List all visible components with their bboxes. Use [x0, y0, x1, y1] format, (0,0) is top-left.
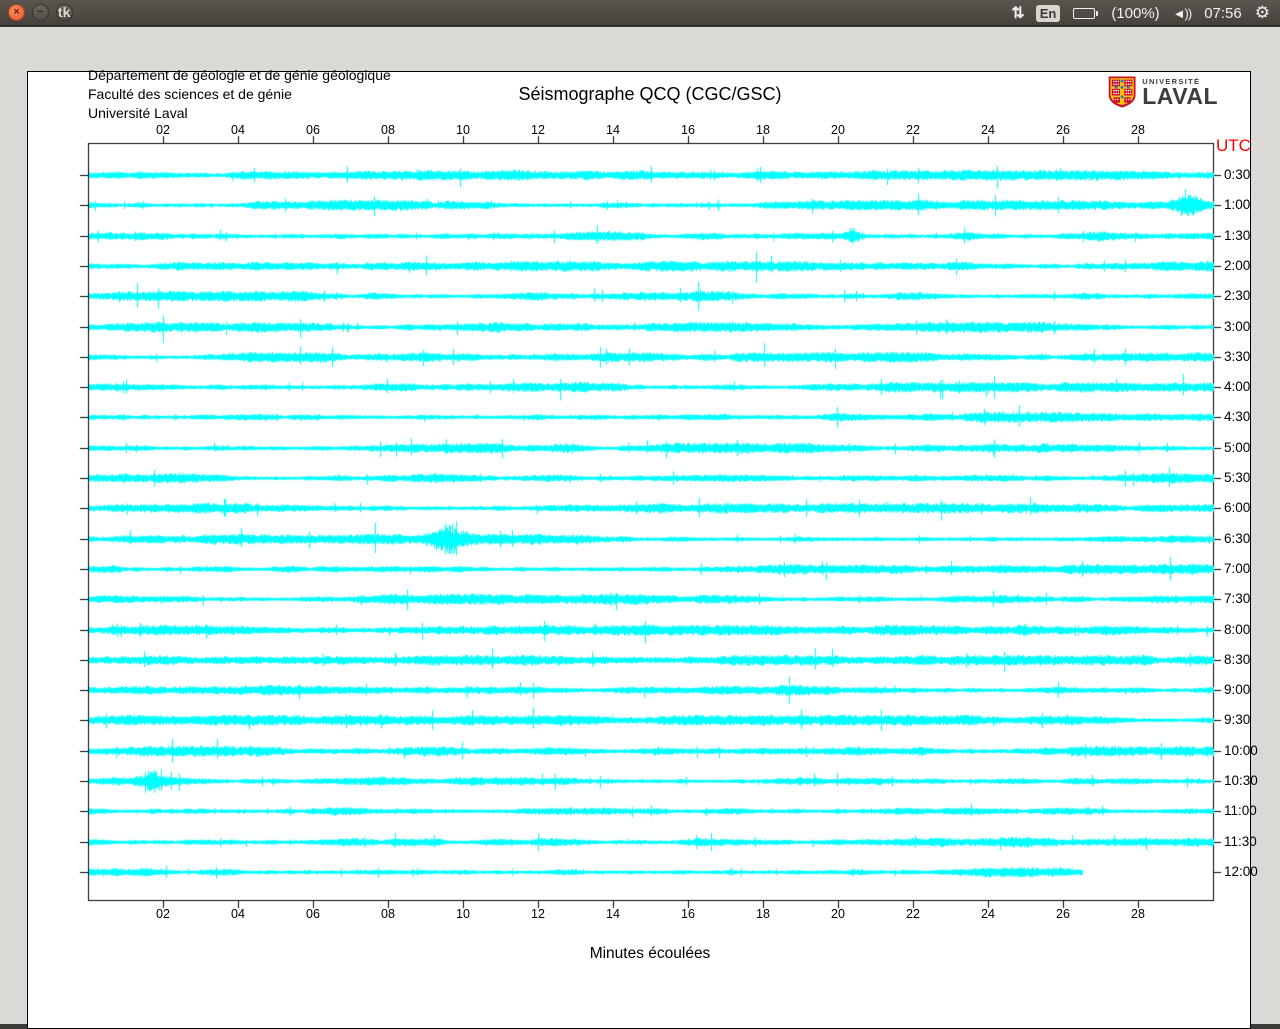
volume-icon[interactable]: ◄)): [1173, 6, 1193, 21]
x-tick-label: 08: [381, 907, 395, 921]
system-tray: ⇅ En (100%) ◄)) 07:56 ⚙: [1011, 0, 1270, 26]
utc-time-label: 8:30: [1224, 652, 1251, 667]
utc-time-label: 6:30: [1224, 531, 1251, 546]
utc-time-label: 0:30: [1224, 167, 1251, 182]
utc-time-label: 11:00: [1224, 803, 1257, 818]
window-title: tk: [58, 4, 71, 20]
x-tick-label: 16: [681, 123, 695, 137]
utc-time-label: 2:00: [1224, 258, 1251, 273]
x-tick-label: 22: [906, 907, 920, 921]
x-tick-label: 20: [831, 907, 845, 921]
utc-time-label: 2:30: [1224, 288, 1251, 303]
x-tick-label: 22: [906, 123, 920, 137]
institution-line-2: Faculté des sciences et de génie: [88, 86, 292, 102]
x-tick-label: 08: [381, 123, 395, 137]
utc-time-label: 7:30: [1224, 591, 1251, 606]
clock[interactable]: 07:56: [1204, 5, 1242, 22]
session-gear-icon[interactable]: ⚙: [1255, 3, 1270, 23]
utc-time-label: 8:00: [1224, 622, 1251, 637]
x-tick-label: 10: [456, 123, 470, 137]
utc-time-label: 1:30: [1224, 228, 1251, 243]
battery-icon[interactable]: [1073, 7, 1099, 19]
x-tick-label: 12: [531, 123, 545, 137]
institution-line-1: Département de géologie et de génie géol…: [88, 67, 391, 83]
x-tick-label: 04: [231, 907, 245, 921]
x-tick-label: 06: [306, 907, 320, 921]
x-tick-label: 10: [456, 907, 470, 921]
x-tick-label: 20: [831, 123, 845, 137]
window-titlebar: × − tk ⇅ En (100%) ◄)) 07:56 ⚙: [0, 0, 1280, 26]
laval-shield-icon: [1108, 76, 1136, 108]
utc-time-label: 4:00: [1224, 379, 1251, 394]
x-tick-label: 16: [681, 907, 695, 921]
x-tick-label: 14: [606, 123, 620, 137]
utc-time-label: 3:00: [1224, 319, 1251, 334]
x-tick-label: 18: [756, 123, 770, 137]
utc-time-label: 5:30: [1224, 470, 1251, 485]
x-tick-label: 12: [531, 907, 545, 921]
x-tick-label: 28: [1131, 907, 1145, 921]
network-indicator-icon[interactable]: ⇅: [1011, 3, 1024, 23]
x-axis-title: Minutes écoulées: [589, 945, 711, 962]
x-tick-label: 24: [981, 123, 995, 137]
battery-percentage[interactable]: (100%): [1111, 5, 1159, 22]
x-tick-label: 04: [231, 123, 245, 137]
x-tick-label: 06: [306, 123, 320, 137]
x-tick-label: 26: [1056, 907, 1070, 921]
x-tick-label: 28: [1131, 123, 1145, 137]
utc-time-label: 9:00: [1224, 682, 1251, 697]
x-tick-label: 02: [156, 123, 170, 137]
utc-time-label: 11:30: [1224, 834, 1257, 849]
utc-time-label: 10:30: [1224, 773, 1258, 788]
x-tick-label: 14: [606, 907, 620, 921]
utc-time-label: 5:00: [1224, 440, 1251, 455]
chart-title: Séismographe QCQ (CGC/GSC): [518, 84, 782, 104]
logo-text-laval: LAVAL: [1142, 83, 1218, 109]
x-tick-label: 18: [756, 907, 770, 921]
x-tick-label: 24: [981, 907, 995, 921]
utc-time-label: 7:00: [1224, 561, 1251, 576]
institution-line-3: Université Laval: [88, 105, 188, 121]
close-button[interactable]: ×: [8, 4, 25, 21]
utc-time-label: 4:30: [1224, 409, 1251, 424]
x-tick-label: 02: [156, 907, 170, 921]
utc-time-label: 1:00: [1224, 197, 1251, 212]
utc-time-label: 6:00: [1224, 500, 1251, 515]
universite-laval-logo: UNIVERSITÉ LAVAL: [1108, 68, 1218, 116]
utc-axis-title: UTC: [1216, 136, 1251, 155]
x-tick-label: 26: [1056, 123, 1070, 137]
utc-time-label: 3:30: [1224, 349, 1251, 364]
minimize-button[interactable]: −: [32, 4, 49, 21]
utc-time-label: 9:30: [1224, 712, 1251, 727]
utc-time-label: 12:00: [1224, 864, 1258, 879]
helicorder-plot: [0, 27, 1280, 1024]
keyboard-layout-indicator[interactable]: En: [1035, 4, 1061, 22]
utc-time-label: 10:00: [1224, 743, 1258, 758]
